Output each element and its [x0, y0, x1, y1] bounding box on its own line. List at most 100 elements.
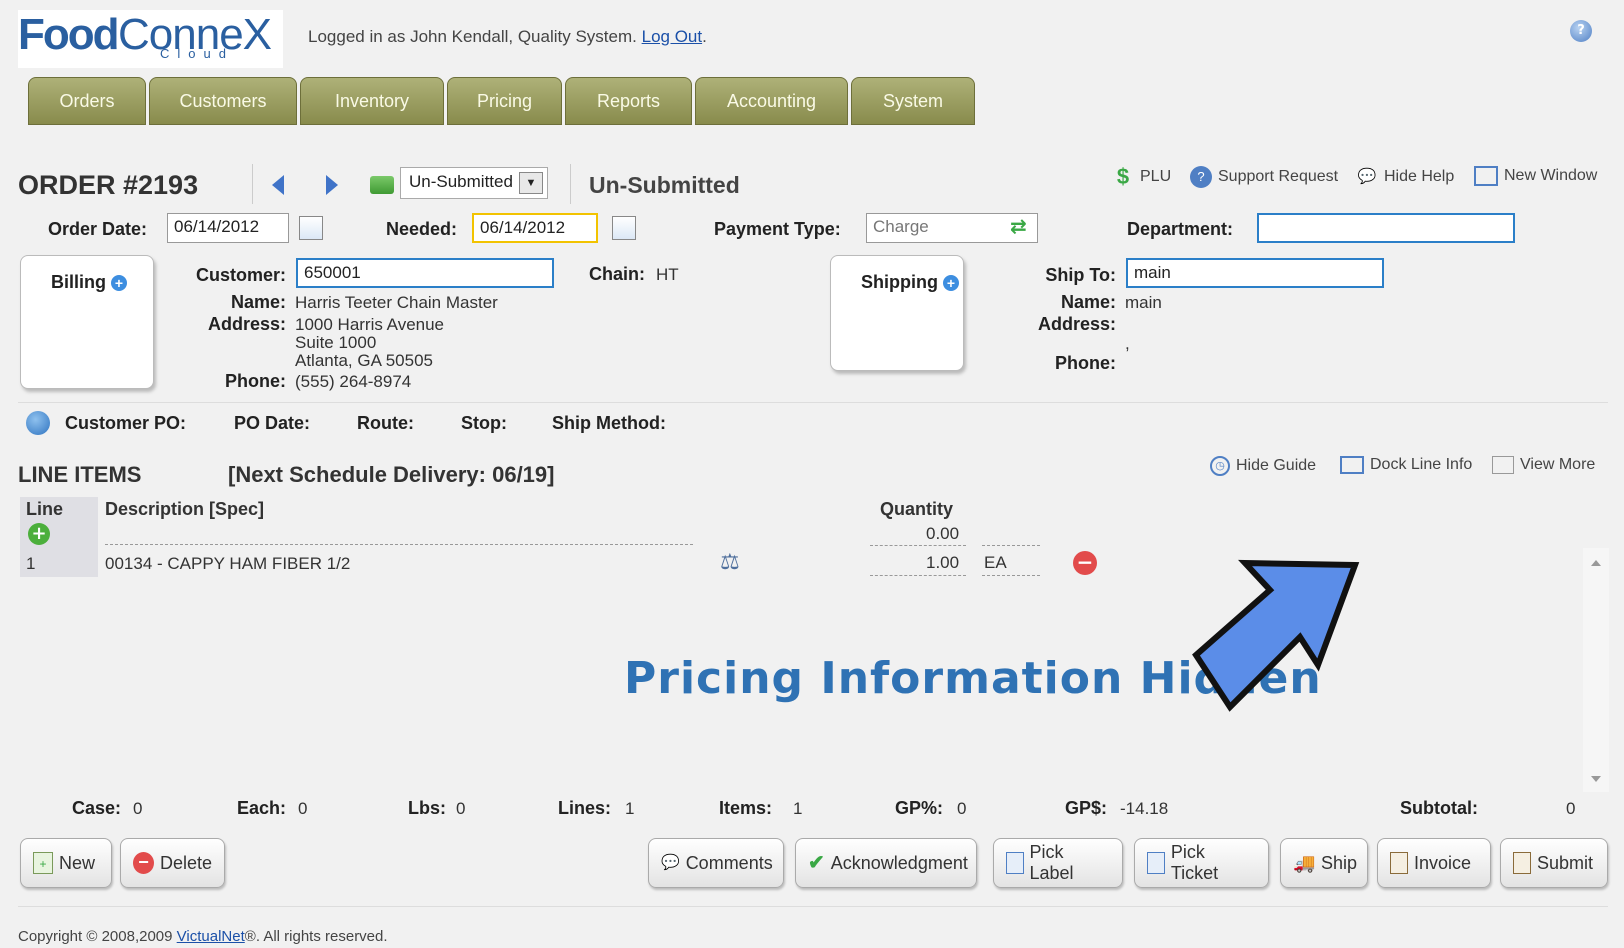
support-request-button[interactable]: ? Support Request: [1190, 166, 1338, 188]
tab-orders[interactable]: Orders: [28, 77, 146, 125]
scrollbar[interactable]: [1583, 548, 1609, 792]
billing-card[interactable]: Billing +: [20, 255, 154, 389]
tab-system[interactable]: System: [851, 77, 975, 125]
add-line-icon[interactable]: +: [28, 523, 50, 545]
remove-line-icon[interactable]: −: [1073, 551, 1097, 575]
scroll-down-icon[interactable]: [1591, 776, 1601, 782]
department-field[interactable]: [1257, 213, 1515, 243]
dock-icon: [1340, 456, 1364, 474]
billing-name-value: Harris Teeter Chain Master: [295, 293, 498, 312]
delete-button-label: Delete: [159, 852, 212, 873]
invoice-icon: [1390, 852, 1408, 874]
acknowledgment-button[interactable]: ✔ Acknowledgment: [795, 838, 977, 888]
copyright-suffix: ®. All rights reserved.: [244, 928, 388, 945]
billing-address-line2: Suite 1000: [295, 333, 377, 352]
ship-method-label: Ship Method:: [552, 413, 666, 433]
logged-in-text: Logged in as John Kendall, Quality Syste…: [308, 27, 637, 46]
question-icon: ?: [1190, 166, 1212, 188]
expand-po-icon[interactable]: [26, 411, 50, 435]
each-value: 0: [298, 799, 308, 818]
view-more-button[interactable]: View More: [1492, 456, 1595, 474]
gp-percent-label: GP%:: [895, 798, 944, 818]
copyright-text: Copyright © 2008,2009: [18, 928, 173, 945]
row-description: 00134 - CAPPY HAM FIBER 1/2: [105, 554, 351, 573]
route-label: Route:: [357, 413, 414, 433]
company-link[interactable]: VictualNet: [177, 928, 245, 945]
login-status: Logged in as John Kendall, Quality Syste…: [308, 27, 707, 47]
new-document-icon: +: [33, 852, 53, 874]
lines-value: 1: [625, 799, 635, 818]
comments-button-label: Comments: [685, 852, 773, 873]
row-line-number: 1: [26, 554, 36, 573]
customer-label: Customer:: [195, 265, 286, 285]
new-button-label: New: [59, 852, 96, 873]
new-window-label: New Window: [1504, 167, 1598, 184]
tab-pricing[interactable]: Pricing: [447, 77, 562, 125]
tab-reports[interactable]: Reports: [565, 77, 692, 125]
add-icon: +: [943, 275, 959, 291]
annotation-arrow-icon: [1192, 559, 1360, 712]
hide-help-button[interactable]: 💬 Hide Help: [1356, 166, 1455, 188]
items-label: Items:: [719, 798, 773, 818]
divider: [252, 164, 253, 204]
shipping-address-value: ,: [1125, 334, 1130, 353]
invoice-button[interactable]: Invoice: [1377, 838, 1491, 888]
scroll-up-icon[interactable]: [1591, 560, 1601, 566]
billing-phone-label: Phone:: [225, 371, 286, 391]
plu-button[interactable]: $ PLU: [1112, 166, 1171, 188]
billing-address-line3: Atlanta, GA 50505: [295, 351, 433, 370]
plu-label: PLU: [1140, 168, 1172, 185]
guide-row-line: [105, 544, 693, 545]
shipping-name-label: Name:: [1060, 292, 1116, 312]
pick-ticket-button[interactable]: Pick Ticket: [1134, 838, 1269, 888]
order-date-field[interactable]: 06/14/2012: [167, 213, 289, 243]
divider: [18, 906, 1608, 907]
submit-button[interactable]: Submit: [1500, 838, 1608, 888]
table-row[interactable]: 1 00134 - CAPPY HAM FIBER 1/2 ⚖ 1.00 EA …: [0, 548, 1100, 578]
shipping-card-label: Shipping: [861, 272, 938, 292]
hide-guide-button[interactable]: ◷ Hide Guide: [1210, 456, 1316, 476]
ship-button[interactable]: 🚚 Ship: [1280, 838, 1368, 888]
add-icon: +: [111, 275, 128, 291]
hide-help-label: Hide Help: [1384, 168, 1455, 185]
new-window-button[interactable]: New Window: [1474, 166, 1597, 186]
comments-button[interactable]: 💬 Comments: [648, 838, 784, 888]
dock-line-info-button[interactable]: Dock Line Info: [1340, 456, 1472, 474]
row-uom[interactable]: EA: [984, 553, 1007, 573]
gp-dollar-label: GP$:: [1065, 798, 1108, 818]
status-select[interactable]: Un-Submitted ▼: [400, 167, 548, 199]
shipping-name-value: main: [1125, 293, 1162, 312]
ship-to-field[interactable]: main: [1126, 258, 1384, 288]
calendar-icon[interactable]: [612, 216, 636, 240]
new-button[interactable]: + New: [20, 838, 112, 888]
needed-date-field[interactable]: 06/14/2012: [472, 213, 598, 243]
po-date-label: PO Date:: [234, 413, 311, 433]
previous-order-icon[interactable]: [272, 175, 284, 195]
invoice-button-label: Invoice: [1414, 852, 1472, 873]
guide-quantity: 0.00: [926, 524, 960, 543]
chevron-down-icon[interactable]: ▼: [519, 172, 543, 194]
help-icon[interactable]: ?: [1570, 20, 1592, 42]
next-order-icon[interactable]: [326, 175, 338, 195]
gp-dollar-value: -14.18: [1120, 799, 1169, 818]
tab-accounting[interactable]: Accounting: [695, 77, 848, 125]
tab-customers[interactable]: Customers: [149, 77, 297, 125]
delete-button[interactable]: − Delete: [120, 838, 225, 888]
case-label: Case:: [72, 798, 122, 818]
tab-inventory[interactable]: Inventory: [300, 77, 444, 125]
shipping-card[interactable]: Shipping +: [830, 255, 964, 371]
document-icon: [1147, 852, 1165, 874]
logout-link[interactable]: Log Out: [642, 27, 703, 46]
scale-icon[interactable]: ⚖: [720, 550, 740, 575]
ship-to-label: Ship To:: [1045, 265, 1116, 285]
swap-icon[interactable]: ⇄: [1010, 214, 1027, 238]
support-request-label: Support Request: [1218, 168, 1339, 185]
clock-icon: ◷: [1210, 456, 1230, 476]
calendar-icon[interactable]: [299, 216, 323, 240]
status-select-value: Un-Submitted: [409, 172, 513, 191]
guide-qty-line: [870, 545, 966, 546]
billing-name-label: Name:: [230, 292, 286, 312]
pick-label-button[interactable]: Pick Label: [993, 838, 1123, 888]
customer-field[interactable]: 650001: [296, 258, 554, 288]
row-quantity[interactable]: 1.00: [926, 553, 959, 573]
